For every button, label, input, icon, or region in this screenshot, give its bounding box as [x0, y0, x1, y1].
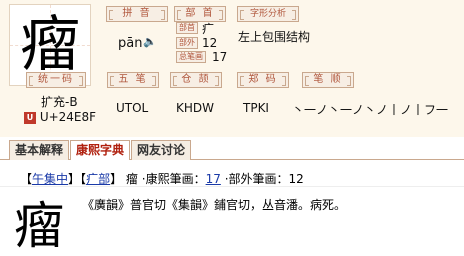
wubi-label: 五 笔 [107, 72, 159, 88]
pinyin-label: 拼 音 [106, 6, 168, 22]
cangjie-label: 仓 颉 [170, 72, 222, 88]
stroke-order-label: 笔 顺 [302, 72, 354, 88]
unicode-label: 统一码 [26, 72, 86, 88]
open-bracket: 【 [20, 172, 33, 186]
structure-value: 左上包围结构 [238, 30, 311, 44]
radical-value[interactable]: 疒 [202, 20, 214, 37]
total-strokes-value: 17 [212, 50, 228, 64]
structure-label: 字形分析 [237, 6, 299, 22]
kangxi-definition: 《廣韻》普官切《集韻》鋪官切，丛音潘。病死。 [82, 198, 347, 212]
unicode-block: 扩充-B [41, 95, 78, 109]
kangxi-entry-line: 【午集中】【疒部】 瘤 ·康熙筆画：17 ·部外筆画：12 [20, 170, 304, 187]
unicode-icon: U [24, 111, 36, 124]
tab-user-discussion[interactable]: 网友讨论 [131, 140, 191, 160]
tab-kangxi-dictionary[interactable]: 康熙字典 [70, 140, 130, 161]
section-link[interactable]: 午集中 [32, 172, 68, 186]
outside-strokes-text-label: ·部外筆画： [224, 172, 289, 186]
outside-strokes-label: 部外 [176, 37, 198, 49]
radical-sub-label: 部首 [176, 22, 198, 34]
stroke-order-value: 丶一ノ丶一ノ丶ノ丨ノ丨フ一 [292, 103, 449, 117]
zhengma-label: 郑 码 [237, 72, 289, 88]
pinyin-value: pān [118, 36, 143, 51]
zhengma-value: TPKI [243, 101, 269, 115]
close-bracket: 】 [68, 172, 81, 186]
outside-strokes-value: 12 [202, 36, 218, 50]
outside-strokes-text-value: 12 [288, 172, 304, 186]
tab-basic-explanation[interactable]: 基本解释 [9, 140, 69, 160]
kangxi-strokes-link[interactable]: 17 [206, 172, 221, 186]
entry-character: 瘤 [125, 172, 138, 186]
total-strokes-label: 总笔画 [176, 51, 206, 63]
kangxi-strokes-label: ·康熙筆画： [141, 172, 206, 186]
entry-separator [0, 186, 464, 187]
radical-label: 部 首 [174, 6, 226, 22]
close-bracket-2: 】 [110, 172, 123, 186]
wubi-value: UTOL [116, 101, 149, 115]
kangxi-character-image: 瘤 [14, 197, 64, 255]
sound-icon[interactable]: 🔈 [143, 35, 157, 48]
unicode-codepoint: U+24E8F [39, 110, 97, 124]
cangjie-value: KHDW [176, 101, 214, 115]
radical-link[interactable]: 疒部 [86, 172, 110, 186]
unicode-codepoint-row: U U+24E8F [24, 110, 96, 124]
